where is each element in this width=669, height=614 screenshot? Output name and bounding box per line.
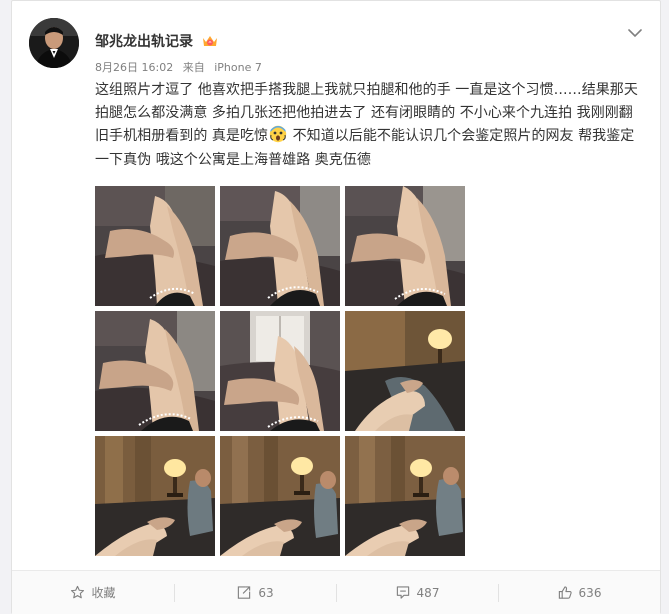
post-timestamp[interactable]: 8月26日 16:02 — [95, 61, 173, 74]
comment-icon — [396, 586, 409, 599]
like-count: 636 — [578, 585, 602, 600]
post-image[interactable] — [345, 436, 465, 556]
image-grid — [95, 186, 467, 558]
post-image[interactable] — [345, 311, 465, 431]
chevron-down-icon[interactable] — [626, 25, 644, 39]
post-image[interactable] — [345, 186, 465, 306]
author-avatar[interactable] — [29, 18, 79, 68]
comment-count: 487 — [416, 585, 440, 600]
post-image[interactable] — [220, 436, 340, 556]
author-name[interactable]: 邹兆龙出轨记录 — [95, 31, 193, 51]
favorite-button[interactable]: 收藏 — [12, 571, 174, 614]
action-bar: 收藏 63 487 636 — [12, 570, 660, 614]
post-source-prefix: 来自 — [182, 61, 205, 74]
post-text: 这组照片才逗了 他喜欢把手搭我腿上我就只拍腿和他的手 一直是这个习惯……结果那天… — [95, 79, 643, 172]
post-image[interactable] — [95, 186, 215, 306]
post-source-device[interactable]: iPhone 7 — [214, 61, 262, 74]
vip-crown-icon[interactable] — [201, 33, 219, 49]
post-image[interactable] — [220, 311, 340, 431]
repost-icon — [238, 586, 251, 599]
like-button[interactable]: 636 — [498, 571, 660, 614]
repost-count: 63 — [258, 585, 274, 600]
star-icon — [71, 585, 85, 599]
comment-button[interactable]: 487 — [336, 571, 498, 614]
author-row: 邹兆龙出轨记录 — [95, 31, 219, 51]
post-meta: 8月26日 16:02 来自 iPhone 7 — [95, 59, 262, 75]
post-image[interactable] — [220, 186, 340, 306]
shocked-face-emoji-icon — [269, 125, 287, 143]
thumbs-up-icon — [558, 586, 572, 599]
post-image[interactable] — [95, 436, 215, 556]
repost-button[interactable]: 63 — [174, 571, 336, 614]
post-image[interactable] — [95, 311, 215, 431]
favorite-label: 收藏 — [91, 586, 116, 600]
weibo-post-card: 邹兆龙出轨记录 8月26日 16:02 来自 iPhone 7 这组照片才逗了 … — [11, 0, 661, 614]
